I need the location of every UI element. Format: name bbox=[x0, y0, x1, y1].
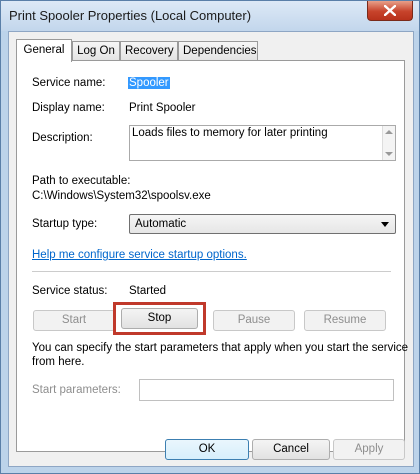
display-name-label: Display name: bbox=[32, 102, 105, 114]
ok-button-label: OK bbox=[198, 443, 216, 455]
startup-type-label: Startup type: bbox=[32, 218, 98, 230]
description-text: Loads files to memory for later printing bbox=[132, 127, 328, 139]
start-params-label: Start parameters: bbox=[32, 384, 121, 396]
start-params-info-2: from here. bbox=[32, 356, 85, 368]
help-link[interactable]: Help me configure service startup option… bbox=[32, 249, 247, 261]
startup-type-value: Automatic bbox=[135, 218, 187, 230]
tab-general[interactable]: General bbox=[16, 39, 72, 62]
description-scrollbar[interactable] bbox=[382, 126, 395, 160]
stop-button[interactable]: Stop bbox=[121, 308, 198, 329]
tab-log-on[interactable]: Log On bbox=[72, 41, 120, 60]
pause-button[interactable]: Pause bbox=[213, 310, 295, 331]
description-box[interactable]: Loads files to memory for later printing bbox=[129, 125, 396, 161]
resume-button[interactable]: Resume bbox=[304, 310, 386, 331]
tab-label: Recovery bbox=[125, 45, 174, 57]
service-name-value[interactable]: Spooler bbox=[128, 77, 170, 89]
pause-button-label: Pause bbox=[237, 314, 271, 326]
close-button[interactable] bbox=[367, 1, 413, 21]
scroll-up-icon[interactable] bbox=[385, 130, 393, 134]
apply-button[interactable]: Apply bbox=[333, 439, 405, 460]
path-label: Path to executable: bbox=[32, 175, 131, 187]
properties-dialog: Print Spooler Properties (Local Computer… bbox=[0, 0, 420, 474]
path-value: C:\Windows\System32\spoolsv.exe bbox=[32, 190, 211, 202]
general-panel: Service name: Spooler Display name: Prin… bbox=[16, 60, 409, 452]
tab-recovery[interactable]: Recovery bbox=[120, 41, 178, 60]
tab-label: Log On bbox=[77, 45, 115, 57]
divider bbox=[32, 271, 391, 272]
start-button-label: Start bbox=[61, 314, 87, 326]
service-status-value: Started bbox=[129, 285, 167, 297]
startup-type-select[interactable]: Automatic bbox=[129, 214, 396, 234]
tab-dependencies[interactable]: Dependencies bbox=[178, 41, 258, 60]
scroll-down-icon[interactable] bbox=[385, 152, 393, 156]
display-name-value: Print Spooler bbox=[129, 102, 196, 114]
tab-label: Dependencies bbox=[183, 45, 257, 57]
start-params-input[interactable] bbox=[139, 379, 394, 401]
tab-label: General bbox=[23, 44, 65, 56]
start-params-info: You can specify the start parameters tha… bbox=[32, 342, 409, 354]
ok-button[interactable]: OK bbox=[165, 439, 249, 460]
cancel-button-label: Cancel bbox=[273, 443, 309, 455]
start-button[interactable]: Start bbox=[33, 310, 115, 331]
close-icon bbox=[384, 5, 396, 16]
service-status-label: Service status: bbox=[32, 285, 108, 297]
resume-button-label: Resume bbox=[323, 314, 367, 326]
window-title: Print Spooler Properties (Local Computer… bbox=[9, 8, 252, 23]
cancel-button[interactable]: Cancel bbox=[252, 439, 330, 460]
stop-button-label: Stop bbox=[147, 312, 172, 324]
title-bar[interactable]: Print Spooler Properties (Local Computer… bbox=[1, 1, 419, 31]
apply-button-label: Apply bbox=[354, 443, 384, 455]
service-name-label: Service name: bbox=[32, 77, 106, 89]
chevron-down-icon bbox=[381, 222, 389, 227]
description-label: Description: bbox=[32, 132, 93, 144]
dialog-body: General Log On Recovery Dependencies Ser… bbox=[8, 31, 414, 467]
